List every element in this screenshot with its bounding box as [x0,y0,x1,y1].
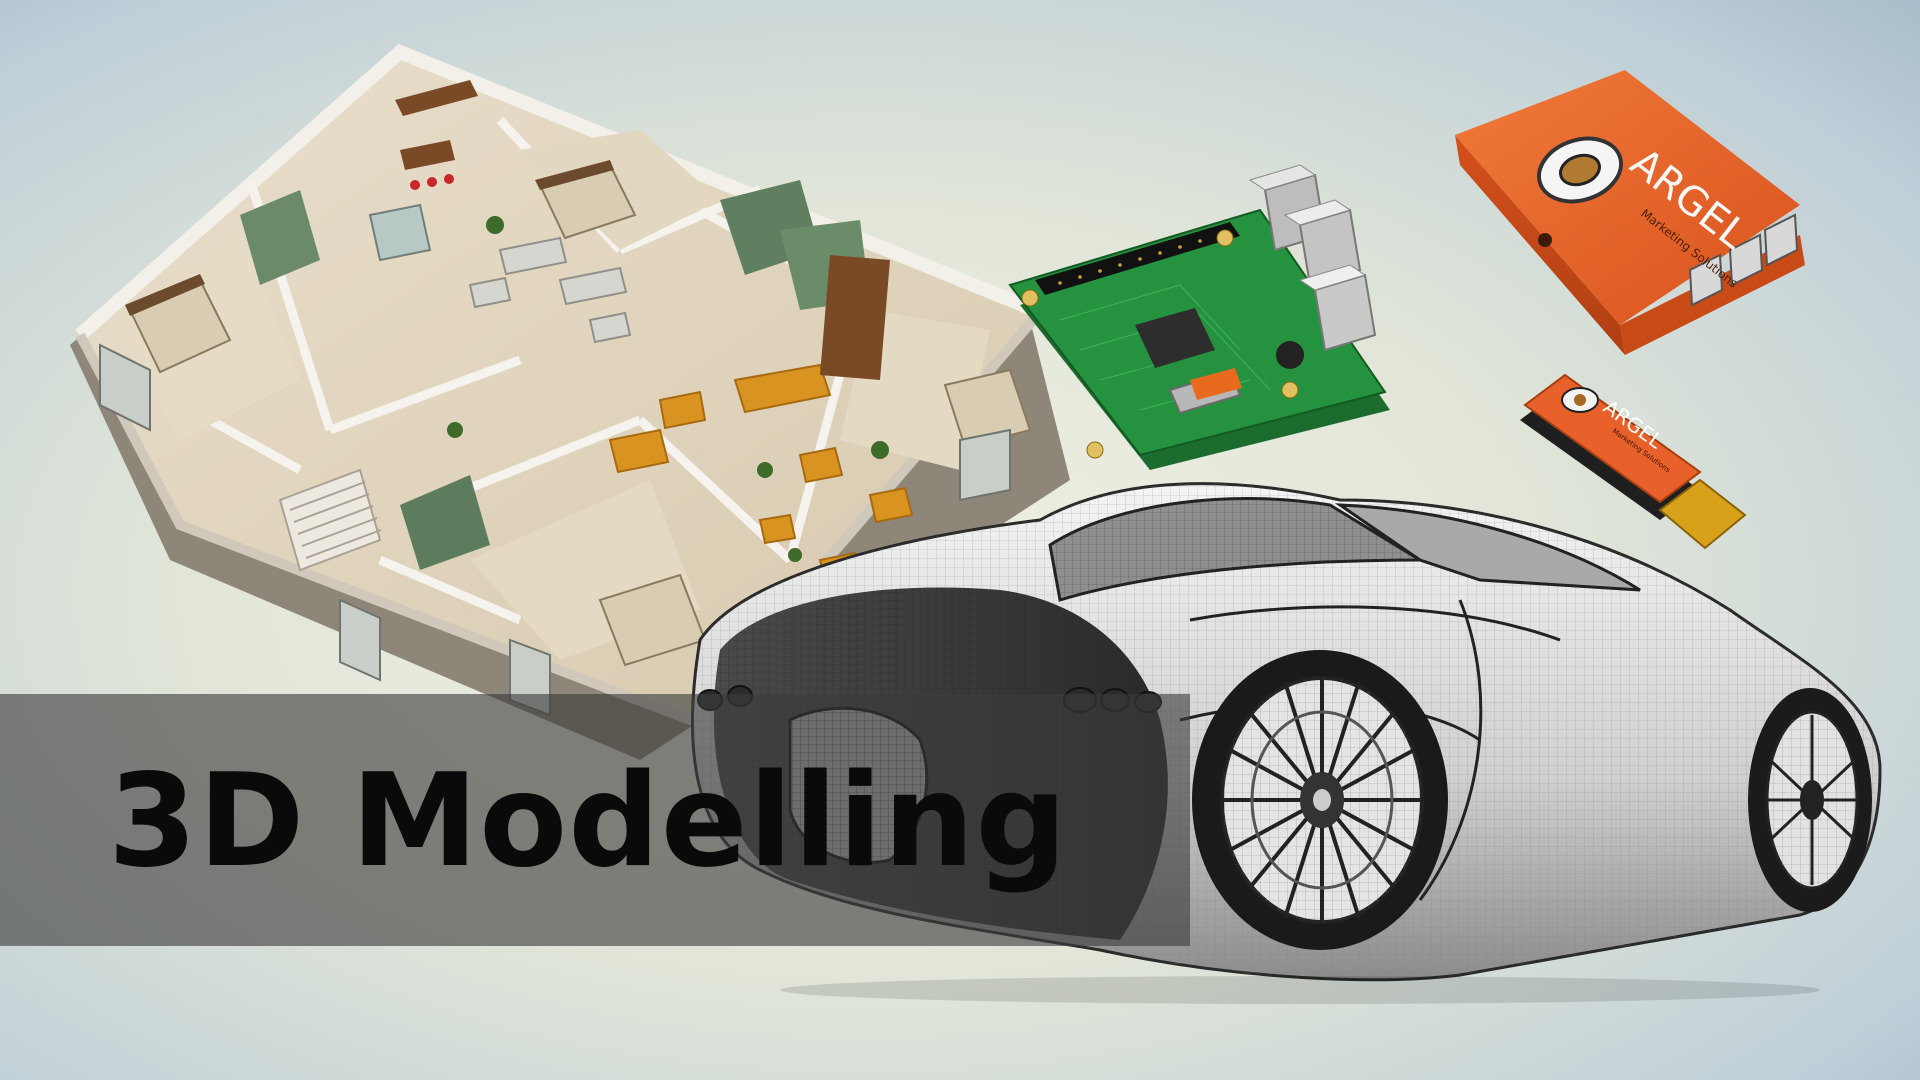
raspberry-pi-board [1008,164,1390,470]
hdmi-dongle: ARGEL Marketing Solutions [1520,373,1747,550]
page-title: 3D Modelling [108,747,1068,896]
orange-device-case: ARGEL Marketing Solutions [1455,70,1805,355]
